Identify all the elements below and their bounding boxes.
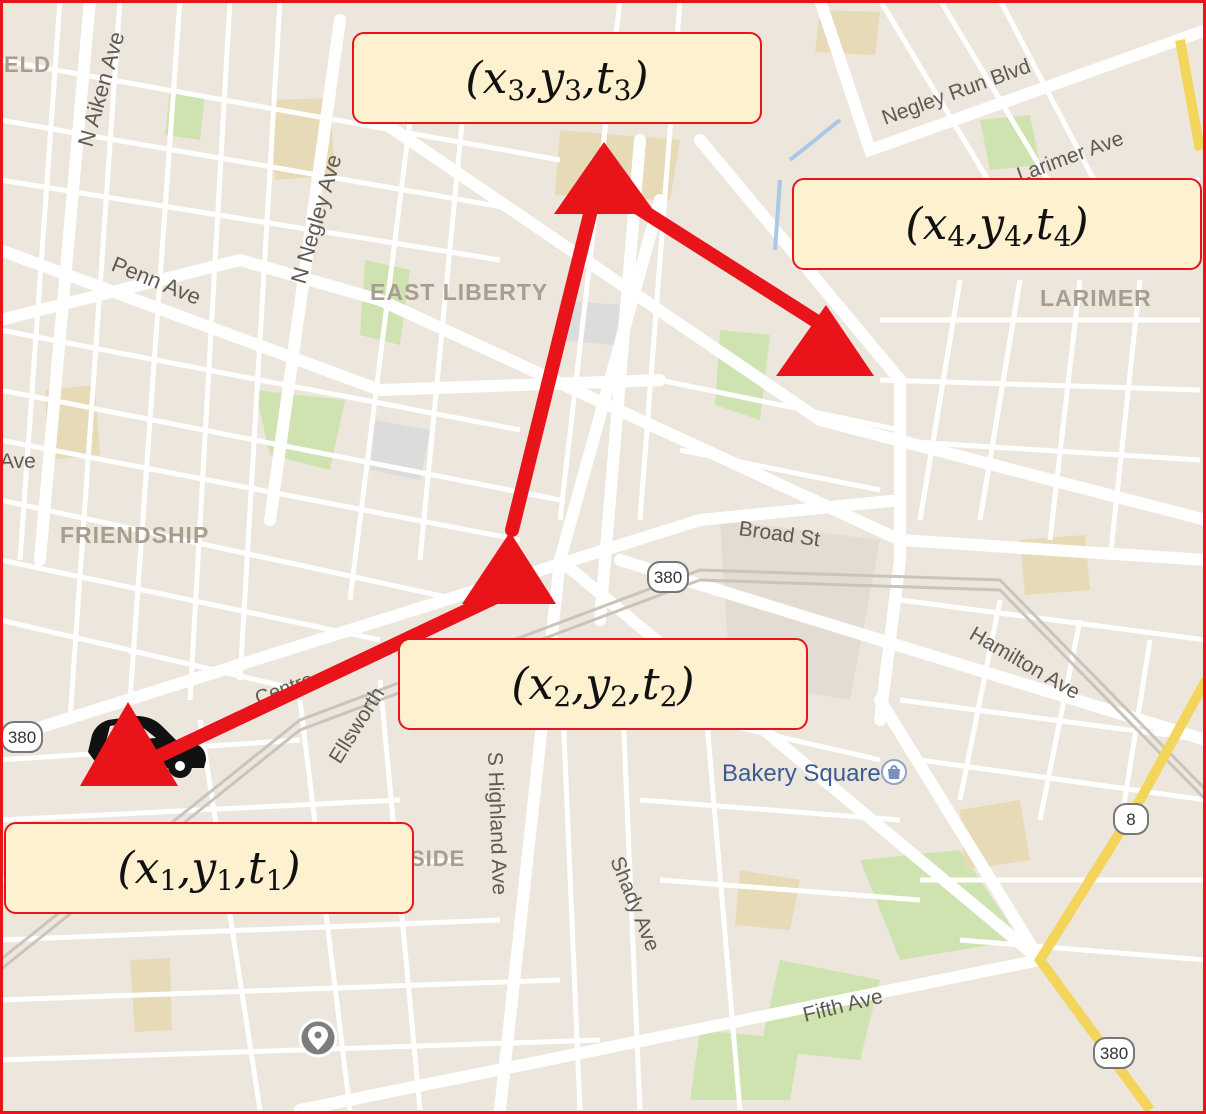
neighborhood-label-larimer: LARIMER <box>1040 285 1152 311</box>
route-shield-380-left: 380 <box>1 721 43 753</box>
route-shield-8: 8 <box>1113 803 1149 835</box>
trajectory-label-point-1: (x 1, y1, t 1) <box>4 822 414 914</box>
street-label-fragment-ave: Ave <box>0 450 36 473</box>
neighborhood-label-fragment: ELD <box>4 52 51 77</box>
map-pin-icon[interactable] <box>298 1018 338 1058</box>
svg-text:380: 380 <box>654 568 682 587</box>
trajectory-label-point-3: (x 3, y3, t 3) <box>352 32 762 124</box>
svg-text:380: 380 <box>1100 1044 1128 1063</box>
svg-text:8: 8 <box>1126 810 1135 829</box>
neighborhood-label-fragment-side: SIDE <box>410 846 465 871</box>
route-shield-380-center: 380 <box>647 561 689 593</box>
map-figure: N Aiken Ave N Negley Ave Penn Ave Negley… <box>0 0 1206 1114</box>
neighborhood-label-friendship: FRIENDSHIP <box>60 522 209 548</box>
poi-label-bakery-square[interactable]: Bakery Square <box>722 760 881 787</box>
neighborhood-label-east-liberty: EAST LIBERTY <box>370 279 548 305</box>
trajectory-label-point-4: (x 4, y4, t 4) <box>792 178 1202 270</box>
svg-text:380: 380 <box>8 728 36 747</box>
shopping-bag-icon[interactable] <box>881 759 907 785</box>
route-shield-380-bottom-right: 380 <box>1093 1037 1135 1069</box>
trajectory-label-point-2: (x 2, y2, t 2) <box>398 638 808 730</box>
street-map[interactable]: N Aiken Ave N Negley Ave Penn Ave Negley… <box>0 0 1206 1114</box>
